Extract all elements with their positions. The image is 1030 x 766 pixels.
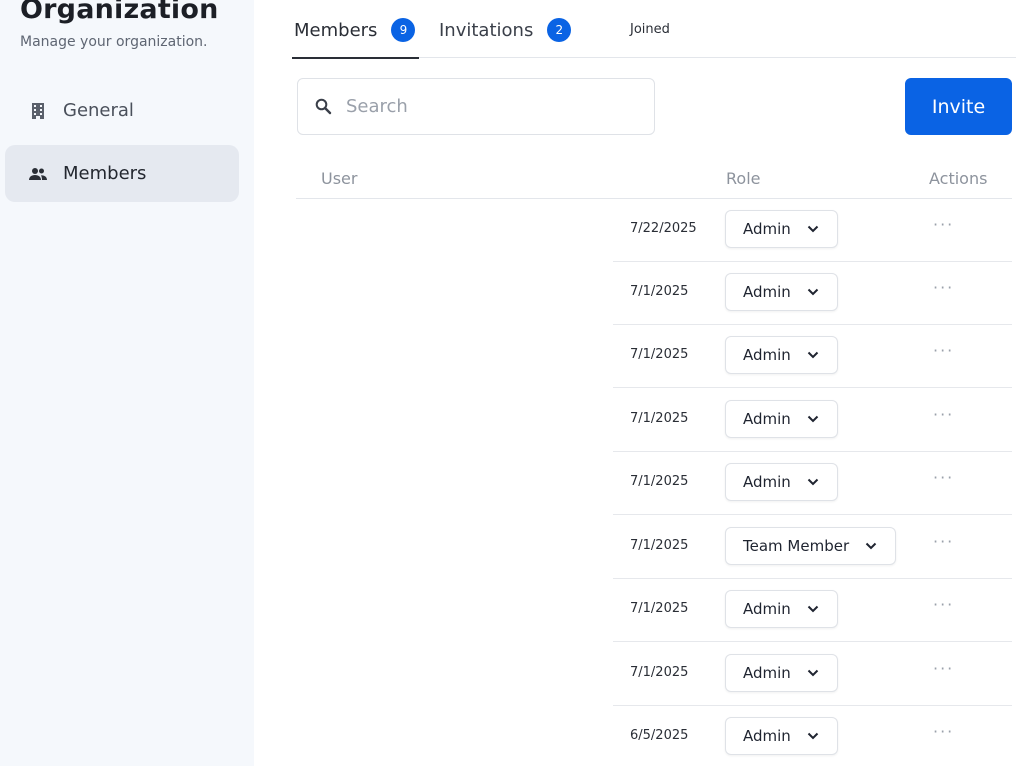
role-value: Admin — [743, 220, 791, 238]
row-divider — [613, 641, 1012, 642]
role-value: Admin — [743, 473, 791, 491]
role-value: Admin — [743, 283, 791, 301]
more-actions-icon[interactable]: ··· — [933, 468, 954, 487]
members-count-badge: 9 — [391, 18, 416, 42]
page-subtitle: Manage your organization. — [20, 34, 208, 50]
role-select[interactable]: Admin — [725, 210, 838, 248]
tab-label: Members — [294, 19, 378, 41]
column-header-actions: Actions — [929, 169, 988, 188]
search-box — [297, 78, 655, 135]
table-row: 7/1/2025 Admin ··· — [613, 325, 1012, 388]
row-divider — [613, 387, 1012, 388]
joined-date: 7/1/2025 — [630, 665, 689, 680]
more-actions-icon[interactable]: ··· — [933, 278, 954, 297]
more-actions-icon[interactable]: ··· — [933, 405, 954, 424]
search-icon — [315, 98, 332, 115]
table-row: 7/1/2025 Admin ··· — [613, 389, 1012, 452]
more-actions-icon[interactable]: ··· — [933, 722, 954, 741]
table-row: 6/5/2025 Admin ··· — [613, 706, 1012, 766]
sidebar-item-members[interactable]: Members — [5, 145, 239, 202]
tab-members[interactable]: Members 9 — [294, 18, 416, 42]
role-value: Admin — [743, 346, 791, 364]
joined-date: 7/1/2025 — [630, 538, 689, 553]
chevron-down-icon — [807, 286, 819, 298]
table-row: 7/1/2025 Admin ··· — [613, 643, 1012, 706]
tab-label: Invitations — [439, 19, 534, 41]
role-value: Admin — [743, 664, 791, 682]
table-row: 7/1/2025 Admin ··· — [613, 452, 1012, 515]
more-actions-icon[interactable]: ··· — [933, 595, 954, 614]
role-select[interactable]: Admin — [725, 463, 838, 501]
chevron-down-icon — [807, 349, 819, 361]
tab-invitations[interactable]: Invitations 2 — [439, 18, 572, 42]
search-input[interactable] — [346, 96, 626, 117]
role-select[interactable]: Admin — [725, 717, 838, 755]
more-actions-icon[interactable]: ··· — [933, 341, 954, 360]
joined-date: 7/1/2025 — [630, 601, 689, 616]
column-header-user: User — [321, 169, 358, 188]
row-divider — [613, 514, 1012, 515]
more-actions-icon[interactable]: ··· — [933, 215, 954, 234]
role-value: Admin — [743, 727, 791, 745]
table-row: 7/1/2025 Admin ··· — [613, 262, 1012, 325]
more-actions-icon[interactable]: ··· — [933, 532, 954, 551]
invite-button[interactable]: Invite — [905, 78, 1012, 135]
joined-date: 7/1/2025 — [630, 347, 689, 362]
chevron-down-icon — [807, 603, 819, 615]
joined-date: 7/22/2025 — [630, 221, 697, 236]
chevron-down-icon — [807, 413, 819, 425]
chevron-down-icon — [807, 730, 819, 742]
joined-date: 7/1/2025 — [630, 284, 689, 299]
sidebar-item-general[interactable]: General — [5, 82, 239, 139]
users-icon — [29, 165, 47, 183]
active-tab-indicator — [292, 57, 419, 59]
role-select[interactable]: Admin — [725, 336, 838, 374]
column-header-role: Role — [726, 169, 761, 188]
chevron-down-icon — [807, 476, 819, 488]
sidebar-item-label: Members — [63, 163, 147, 184]
sidebar: Organization Manage your organization. G… — [0, 0, 254, 766]
joined-date: 7/1/2025 — [630, 474, 689, 489]
page-title: Organization — [20, 0, 219, 25]
sidebar-item-label: General — [63, 100, 134, 121]
chevron-down-icon — [807, 667, 819, 679]
role-value: Admin — [743, 410, 791, 428]
joined-date: 7/1/2025 — [630, 411, 689, 426]
table-row: 7/1/2025 Admin ··· — [613, 579, 1012, 642]
chevron-down-icon — [807, 223, 819, 235]
table-row: 7/22/2025 Admin ··· — [613, 199, 1012, 262]
column-header-joined: Joined — [630, 22, 670, 37]
joined-date: 6/5/2025 — [630, 728, 689, 743]
table-row: 7/1/2025 Team Member ··· — [613, 516, 1012, 579]
role-value: Admin — [743, 600, 791, 618]
app: Organization Manage your organization. G… — [0, 0, 1030, 766]
role-select[interactable]: Admin — [725, 273, 838, 311]
role-select[interactable]: Admin — [725, 654, 838, 692]
chevron-down-icon — [865, 540, 877, 552]
role-select[interactable]: Team Member — [725, 527, 897, 565]
building-icon — [29, 102, 47, 120]
role-value: Team Member — [743, 537, 850, 555]
invitations-count-badge: 2 — [547, 18, 572, 42]
role-select[interactable]: Admin — [725, 590, 838, 628]
role-select[interactable]: Admin — [725, 400, 838, 438]
more-actions-icon[interactable]: ··· — [933, 659, 954, 678]
